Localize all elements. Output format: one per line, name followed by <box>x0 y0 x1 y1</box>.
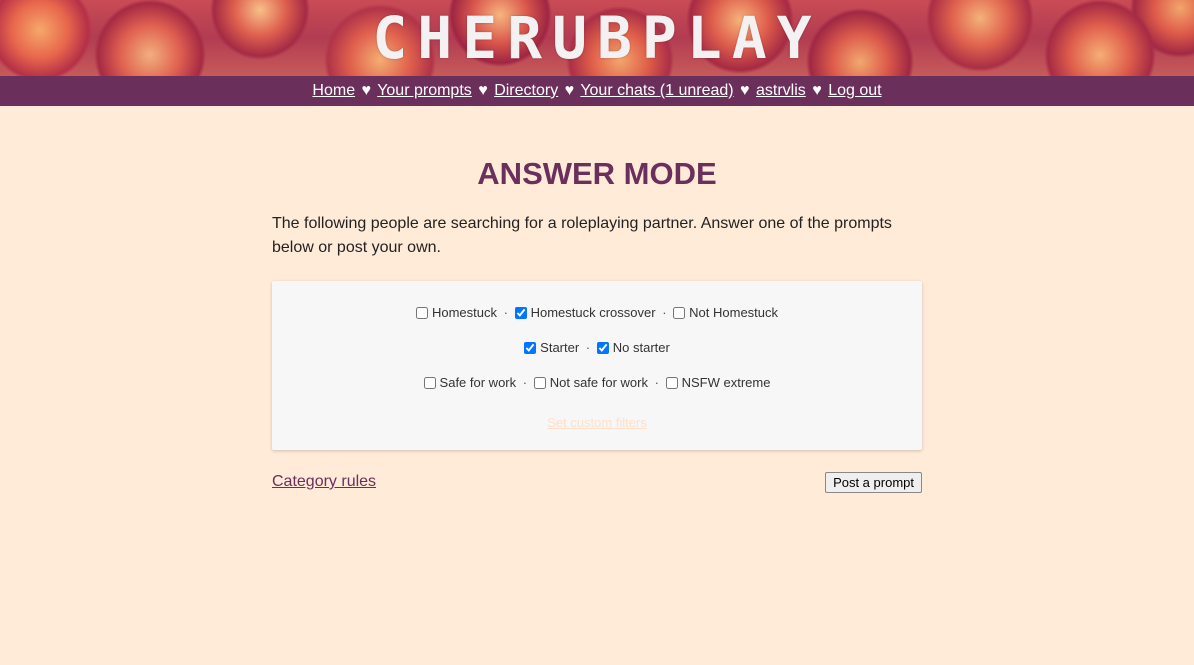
filter-row-starter: Starter · No starter <box>272 338 922 358</box>
nav-your-prompts-link[interactable]: Your prompts <box>377 82 472 99</box>
post-prompt-button[interactable]: Post a prompt <box>825 472 922 493</box>
filter-label: No starter <box>612 340 670 355</box>
filter-safe-for-work-checkbox[interactable] <box>423 377 436 389</box>
heart-separator: ♥ <box>564 82 575 99</box>
filter-label: Not safe for work <box>549 375 648 390</box>
set-custom-filters-link[interactable]: Set custom filters <box>547 415 647 430</box>
filter-label: Homestuck crossover <box>530 305 656 320</box>
nav-directory-link[interactable]: Directory <box>494 82 558 99</box>
filter-starter-checkbox[interactable] <box>524 342 537 354</box>
filter-label: Not Homestuck <box>689 305 779 320</box>
heart-separator: ♥ <box>740 82 750 99</box>
filter-no-starter-checkbox[interactable] <box>596 342 609 354</box>
filter-label: Starter <box>540 340 580 355</box>
dot-separator: · <box>522 375 528 390</box>
filter-not-safe-for-work[interactable]: Not safe for work <box>533 375 648 390</box>
main-nav: Home ♥ Your prompts ♥ Directory ♥ Your c… <box>0 76 1194 106</box>
filter-label: Homestuck <box>431 305 497 320</box>
filter-safe-for-work[interactable]: Safe for work <box>423 375 517 390</box>
filter-starter[interactable]: Starter <box>524 340 579 355</box>
nav-log-out-link[interactable]: Log out <box>828 82 881 99</box>
filter-label: NSFW extreme <box>681 375 771 390</box>
filter-homestuck[interactable]: Homestuck <box>415 305 497 320</box>
actions-row: Category rules Post a prompt <box>272 472 922 493</box>
site-logo[interactable]: CHERUBPLAY <box>0 6 1194 70</box>
nav-home-link[interactable]: Home <box>312 82 355 99</box>
page-title: ANSWER MODE <box>477 156 717 191</box>
header-banner: CHERUBPLAY <box>0 0 1194 76</box>
filter-homestuck-crossover[interactable]: Homestuck crossover <box>514 305 656 320</box>
heart-separator: ♥ <box>478 82 488 99</box>
filter-row-fandom: Homestuck · Homestuck crossover · Not Ho… <box>272 303 922 323</box>
heart-separator: ♥ <box>812 82 822 99</box>
dot-separator: · <box>585 340 591 355</box>
heart-separator: ♥ <box>361 82 372 99</box>
filter-row-maturity: Safe for work · Not safe for work · NSFW… <box>272 373 922 393</box>
main-content: ANSWER MODE The following people are sea… <box>272 106 922 493</box>
filter-not-safe-for-work-checkbox[interactable] <box>533 377 546 389</box>
nav-your-chats-link[interactable]: Your chats (1 unread) <box>580 82 733 99</box>
nav-username-link[interactable]: astrvlis <box>756 82 806 99</box>
filters-panel: Homestuck · Homestuck crossover · Not Ho… <box>272 281 922 450</box>
custom-filters-row: Set custom filters <box>272 415 922 430</box>
site-header: CHERUBPLAY Home ♥ Your prompts ♥ Directo… <box>0 0 1194 106</box>
filter-no-starter[interactable]: No starter <box>596 340 670 355</box>
dot-separator: · <box>654 375 659 390</box>
filter-nsfw-extreme[interactable]: NSFW extreme <box>665 375 771 390</box>
dot-separator: · <box>662 305 667 320</box>
filter-not-homestuck[interactable]: Not Homestuck <box>673 305 778 320</box>
filter-homestuck-checkbox[interactable] <box>415 307 428 319</box>
dot-separator: · <box>503 305 508 320</box>
filter-nsfw-extreme-checkbox[interactable] <box>665 377 678 389</box>
filter-not-homestuck-checkbox[interactable] <box>673 307 686 319</box>
filter-label: Safe for work <box>439 375 517 390</box>
category-rules-link[interactable]: Category rules <box>272 472 376 492</box>
filter-homestuck-crossover-checkbox[interactable] <box>514 307 527 319</box>
intro-text: The following people are searching for a… <box>272 215 892 256</box>
